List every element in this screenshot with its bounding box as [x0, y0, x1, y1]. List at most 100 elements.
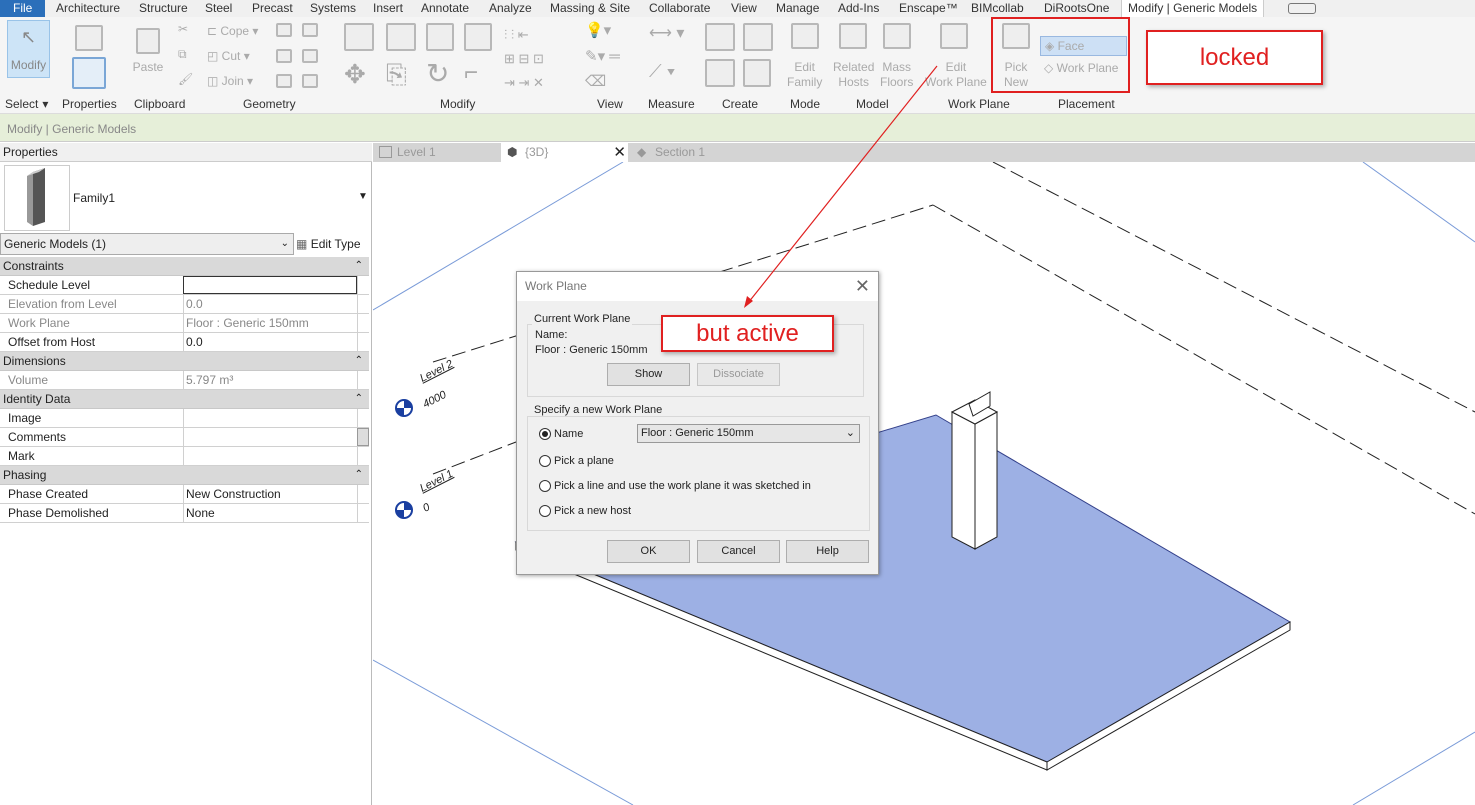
create-similar-icon[interactable]: [743, 59, 771, 87]
property-value[interactable]: New Construction: [183, 485, 357, 503]
geometry-tool-icon[interactable]: [276, 74, 292, 88]
trim-icon[interactable]: ⌐: [464, 59, 478, 87]
edit-work-plane-button[interactable]: Edit Work Plane: [925, 60, 987, 90]
mirror-draw-icon[interactable]: [464, 23, 492, 51]
cut-geometry-button[interactable]: ◰ Cut ▾: [207, 49, 250, 63]
menu-enscape[interactable]: Enscape™: [899, 0, 958, 17]
menu-massing-site[interactable]: Massing & Site: [550, 0, 630, 17]
menu-view[interactable]: View: [731, 0, 757, 17]
collapse-icon[interactable]: ⌃: [355, 466, 363, 484]
menu-bimcollab[interactable]: BIMcollab: [971, 0, 1024, 17]
menu-analyze[interactable]: Analyze: [489, 0, 532, 17]
pick-line-radio[interactable]: [539, 480, 551, 492]
ok-button[interactable]: OK: [607, 540, 690, 563]
panel-work-plane-label: Work Plane: [948, 97, 1010, 111]
locked-callout: locked: [1146, 30, 1323, 85]
split-icon[interactable]: ⫶ ⫶ ⇤: [504, 27, 529, 43]
collapse-icon[interactable]: ⌃: [355, 257, 363, 275]
menu-add-ins[interactable]: Add-Ins: [838, 0, 879, 17]
move-icon[interactable]: ✥: [344, 59, 366, 90]
menu-systems[interactable]: Systems: [310, 0, 356, 17]
edit-family-button[interactable]: Edit Family: [787, 60, 822, 90]
create-group-icon[interactable]: [705, 59, 735, 87]
property-value[interactable]: [183, 276, 357, 294]
join-button[interactable]: ◫ Join ▾: [207, 74, 253, 88]
modify-button[interactable]: ↖ Modify: [7, 20, 50, 78]
menu-collaborate[interactable]: Collaborate: [649, 0, 710, 17]
match-properties-icon[interactable]: 🖌: [178, 72, 193, 86]
menu-manage[interactable]: Manage: [776, 0, 819, 17]
cope-button[interactable]: ⊏ Cope ▾: [207, 24, 258, 38]
mass-floors-button[interactable]: Mass Floors: [880, 60, 913, 90]
property-value: 5.797 m³: [183, 371, 357, 389]
array-icon[interactable]: ⊞ ⊟ ⊡: [504, 51, 544, 67]
menu-modify-generic-models[interactable]: Modify | Generic Models: [1121, 0, 1265, 17]
align-icon[interactable]: [344, 23, 374, 51]
copy-element-icon[interactable]: ⎘: [386, 59, 407, 91]
menu-steel[interactable]: Steel: [205, 0, 232, 17]
mirror-axis-icon[interactable]: [426, 23, 454, 51]
menu-dirootsone[interactable]: DiRootsOne: [1044, 0, 1109, 17]
tab-3d[interactable]: ⬢ {3D} ✕: [501, 143, 628, 162]
copy-icon[interactable]: ⧉: [178, 47, 187, 62]
property-group-header[interactable]: Dimensions ⌃: [0, 352, 369, 371]
hide-icon[interactable]: 💡▾: [585, 21, 611, 39]
geometry-tool-icon[interactable]: [302, 74, 318, 88]
property-group-header[interactable]: Phasing ⌃: [0, 466, 369, 485]
section-icon: ◆: [637, 145, 647, 159]
menu-insert[interactable]: Insert: [373, 0, 403, 17]
type-dropdown-arrow[interactable]: ▼: [358, 191, 368, 202]
property-scroll-cell: [357, 314, 369, 332]
property-value[interactable]: None: [183, 504, 357, 522]
close-icon[interactable]: ✕: [855, 276, 870, 296]
collapse-icon[interactable]: ⌃: [355, 390, 363, 408]
menu-precast[interactable]: Precast: [252, 0, 293, 17]
property-group-header[interactable]: Constraints ⌃: [0, 257, 369, 276]
measure-icon[interactable]: ⟷ ▾: [649, 23, 684, 43]
close-icon[interactable]: ✕: [613, 143, 626, 162]
edit-type-button[interactable]: ▦ Edit Type: [296, 235, 361, 253]
geometry-tool-icon[interactable]: [302, 49, 318, 63]
menu-annotate[interactable]: Annotate: [421, 0, 469, 17]
create-parts-icon[interactable]: [743, 23, 773, 51]
property-group-header[interactable]: Identity Data ⌃: [0, 390, 369, 409]
menu-file[interactable]: File: [0, 0, 46, 17]
help-button[interactable]: Help: [786, 540, 869, 563]
panel-create-label: Create: [722, 97, 759, 111]
cancel-button[interactable]: Cancel: [697, 540, 780, 563]
linework-icon[interactable]: ⌫: [585, 72, 606, 90]
current-work-plane-legend: Current Work Plane: [532, 313, 633, 325]
cut-icon[interactable]: ✂: [178, 22, 188, 36]
tab-section-1[interactable]: ◆ Section 1: [631, 143, 756, 162]
geometry-tool-icon[interactable]: [302, 23, 318, 37]
geometry-tool-icon[interactable]: [276, 49, 292, 63]
tab-level-1[interactable]: Level 1: [373, 143, 498, 162]
name-radio[interactable]: [539, 428, 551, 440]
related-hosts-button[interactable]: Related Hosts: [833, 60, 874, 90]
pick-plane-radio[interactable]: [539, 455, 551, 467]
ribbon-toggle-icon[interactable]: [1288, 3, 1316, 14]
offset-icon[interactable]: [386, 23, 416, 51]
override-graphics-icon[interactable]: ✎▾ ═: [585, 47, 620, 65]
select-dropdown[interactable]: Select ▾: [5, 97, 48, 111]
dimension-icon[interactable]: ⟋ ▾: [649, 61, 675, 82]
work-plane-name-select[interactable]: Floor : Generic 150mm ⌄: [637, 424, 860, 443]
menu-architecture[interactable]: Architecture: [56, 0, 120, 17]
property-scroll-cell: [357, 485, 369, 503]
delete-icon[interactable]: ⇥ ⇥ ✕: [504, 75, 544, 91]
property-value[interactable]: [183, 409, 357, 427]
collapse-icon[interactable]: ⌃: [355, 352, 363, 370]
pick-host-radio[interactable]: [539, 505, 551, 517]
type-filter-select[interactable]: Generic Models (1) ⌄: [0, 233, 294, 255]
type-properties-button[interactable]: [70, 21, 108, 93]
show-button[interactable]: Show: [607, 363, 690, 386]
property-row: Schedule Level: [0, 276, 369, 295]
create-assembly-icon[interactable]: [705, 23, 735, 51]
menu-structure[interactable]: Structure: [139, 0, 188, 17]
property-value[interactable]: [183, 428, 357, 446]
rotate-icon[interactable]: ↻: [426, 57, 449, 90]
property-value[interactable]: [183, 447, 357, 465]
geometry-tool-icon[interactable]: [276, 23, 292, 37]
property-value[interactable]: 0.0: [183, 333, 357, 351]
paste-button[interactable]: Paste: [132, 21, 164, 81]
